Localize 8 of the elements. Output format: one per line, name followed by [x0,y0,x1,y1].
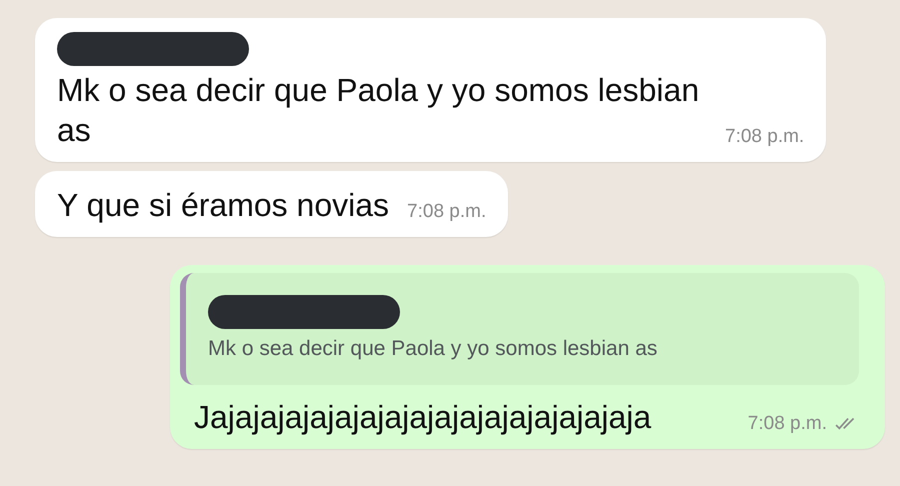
message-text: Mk o sea decir que Paola y yo somos lesbian as [57,71,700,150]
quoted-message[interactable]: Mk o sea decir que Paola y yo somos lesbian as [180,273,859,385]
timestamp: 7:08 p.m. [725,126,804,148]
timestamp: 7:08 p.m. [748,413,827,435]
message-text: Jajajajajajajajajajajajajajajajajaja [194,398,652,437]
timestamp: 7:08 p.m. [407,201,486,223]
message-text: Y que si éramos novias [57,186,390,225]
quoted-text: Mk o sea decir que Paola y yo somos lesbian as [208,337,658,361]
